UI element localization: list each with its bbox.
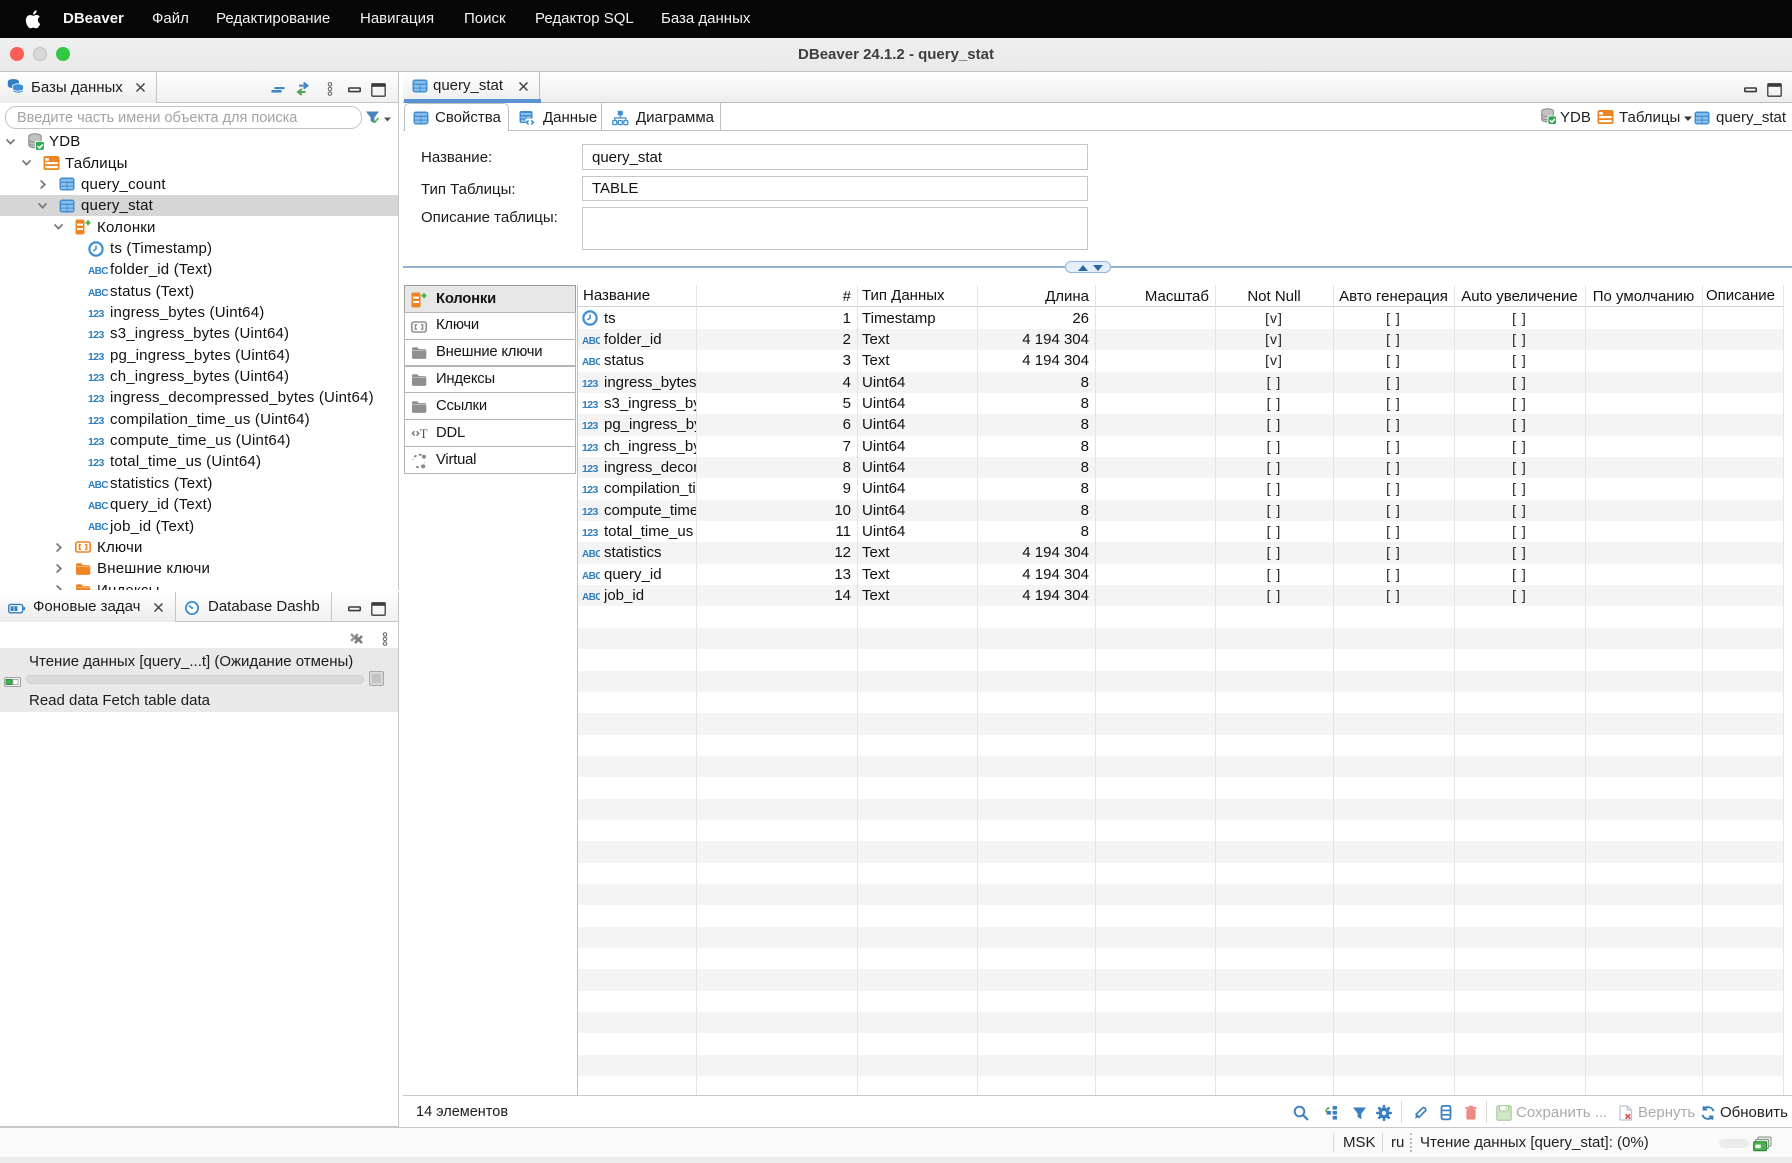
svg-text:T: T bbox=[420, 426, 428, 441]
